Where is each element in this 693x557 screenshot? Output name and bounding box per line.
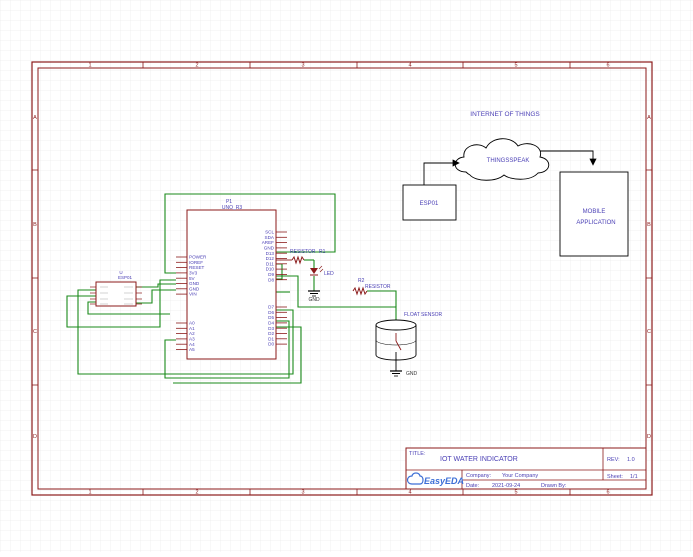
row-label-right: D	[647, 434, 651, 440]
uno-pin-label: D10	[266, 267, 275, 272]
uno-pin-label: D11	[266, 261, 275, 266]
rev-key: REV:	[607, 457, 620, 463]
uno-pin-label: 5V	[189, 276, 196, 281]
sheet-value: 1/1	[630, 474, 638, 480]
col-label-bottom: 3	[301, 490, 304, 496]
uno-pin-label: A3	[189, 337, 195, 342]
uno-pin-label: A1	[189, 326, 195, 331]
sheet-key: Sheet:	[607, 474, 623, 480]
arduino-uno: P1 UNO_R3 POWERIOREFRESET3V35VGNDGNDVINA…	[176, 199, 287, 360]
uno-pin-label: VIN	[189, 292, 197, 297]
uno-pin-label: POWER	[189, 255, 207, 260]
rev-value: 1.0	[627, 457, 635, 463]
uno-pin-label: GND	[189, 281, 200, 286]
col-label-bottom: 4	[408, 490, 411, 496]
col-label-top: 4	[408, 63, 411, 69]
esp-box-label: ESP01	[420, 201, 439, 207]
uno-pin-label: D0	[268, 342, 274, 347]
uno-pin-label: D5	[268, 315, 274, 320]
schematic-svg: 1 2 3 4 5 6 1 2 3 4 5 6 A B C D A B C D …	[0, 0, 693, 552]
col-label-bottom: 5	[514, 490, 517, 496]
float-sensor-icon	[375, 319, 417, 331]
uno-pin-label: A4	[189, 342, 195, 347]
cloud-label: THINGSSPEAK	[487, 158, 530, 164]
uno-pin-label: A5	[189, 347, 195, 352]
iot-title: INTERNET OF THINGS	[470, 111, 540, 118]
col-label-bottom: 1	[88, 490, 91, 496]
uno-pin-label: AREF	[262, 240, 274, 245]
row-label-left: A	[33, 115, 37, 121]
esp01-body	[95, 281, 137, 307]
company-key: Company:	[466, 473, 492, 479]
col-label-top: 1	[88, 63, 91, 69]
uno-pin-label: RESET	[189, 265, 205, 270]
easyeda-logo-text: EasyEDA	[424, 476, 464, 486]
date-value: 2021-09-24	[492, 483, 520, 489]
esp01-value: ESP01	[118, 275, 133, 280]
date-key: Date:	[466, 483, 480, 489]
resistor-r2-label: RESISTOR	[365, 284, 391, 290]
uno-pin-label: D13	[266, 251, 275, 256]
resistor-r1-ref: R1	[319, 249, 326, 255]
resistor-r2-ref: R2	[358, 278, 365, 284]
uno-pin-label: SCL	[265, 230, 274, 235]
col-label-bottom: 2	[195, 490, 198, 496]
row-label-left: C	[33, 329, 37, 335]
mobile-box-line2: APPLICATION	[576, 220, 615, 226]
uno-pin-label: A0	[189, 321, 195, 326]
uno-pin-label: D9	[268, 272, 274, 277]
uno-pin-label: D8	[268, 277, 274, 282]
float-sensor-label: FLOAT SENSOR	[404, 312, 443, 318]
uno-value: UNO_R3	[222, 205, 243, 211]
uno-pin-label: D2	[268, 331, 274, 336]
led-label: LED	[324, 271, 334, 277]
uno-body	[186, 209, 277, 360]
gnd1-label: GND	[308, 297, 320, 303]
resistor-r1-label: RESISTOR	[290, 249, 316, 255]
drawn-by-key: Drawn By:	[541, 483, 567, 489]
uno-pin-label: D7	[268, 305, 274, 310]
mobile-box-line1: MOBILE	[583, 209, 606, 215]
row-label-right: B	[647, 222, 651, 228]
title-value: IOT WATER INDICATOR	[440, 456, 518, 463]
row-label-left: B	[33, 222, 37, 228]
uno-pin-label: 3V3	[189, 271, 198, 276]
title-key: TITLE:	[409, 451, 426, 457]
uno-pin-label: SDA	[265, 235, 275, 240]
uno-pin-label: D1	[268, 336, 274, 341]
col-label-top: 2	[195, 63, 198, 69]
uno-pin-label: GND	[264, 246, 275, 251]
uno-pin-label: D6	[268, 310, 274, 315]
schematic-canvas: 1 2 3 4 5 6 1 2 3 4 5 6 A B C D A B C D …	[0, 0, 693, 552]
uno-pin-label: D4	[268, 321, 274, 326]
uno-pin-label: D12	[266, 256, 275, 261]
title-block: TITLE: IOT WATER INDICATOR REV: 1.0 Comp…	[405, 447, 647, 490]
row-label-right: C	[647, 329, 651, 335]
col-label-top: 5	[514, 63, 517, 69]
col-label-top: 6	[606, 63, 609, 69]
col-label-top: 3	[301, 63, 304, 69]
row-label-right: A	[647, 115, 651, 121]
uno-pin-label: A2	[189, 331, 195, 336]
col-label-bottom: 6	[606, 490, 609, 496]
company-value: Your Company	[502, 473, 538, 479]
uno-pin-label: D3	[268, 326, 274, 331]
gnd2-label: GND	[406, 371, 418, 377]
row-label-left: D	[33, 434, 37, 440]
uno-pin-label: GND	[189, 286, 200, 291]
uno-pin-label: IOREF	[189, 260, 203, 265]
